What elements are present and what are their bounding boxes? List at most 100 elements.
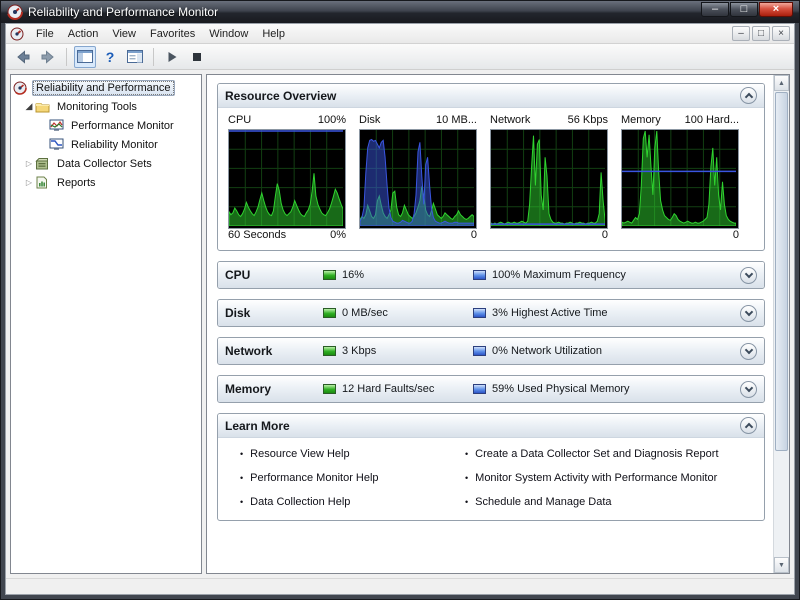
main-panel: Resource Overview CPU 100% 60 Seconds 0%… [206, 74, 790, 574]
tree-expander-collapsed-icon[interactable]: ▷ [23, 178, 35, 187]
mdi-restore-button[interactable]: □ [752, 26, 770, 41]
expand-button[interactable] [740, 304, 757, 322]
menu-item-favorites[interactable]: Favorites [143, 26, 202, 42]
menu-item-help[interactable]: Help [255, 26, 292, 42]
toolbar-separator-2 [153, 47, 154, 66]
minimize-icon: – [711, 3, 719, 15]
blue-legend-swatch [473, 308, 486, 318]
graph-name: Disk [359, 114, 381, 126]
section-title: Network [225, 344, 273, 358]
tree-item-label[interactable]: Reports [54, 176, 99, 190]
console-body: Reliability and Performance ◢ Monitoring… [6, 70, 794, 578]
tree-item-performance-monitor[interactable]: Performance Monitor [13, 116, 199, 135]
learn-more-link[interactable]: • Performance Monitor Help [240, 472, 465, 484]
memory-section-bar[interactable]: Memory 12 Hard Faults/sec 59% Used Physi… [218, 376, 764, 402]
graph-max-label: 10 MB... [436, 114, 477, 126]
chevron-up-icon [744, 422, 753, 432]
bullet-icon: • [240, 473, 244, 483]
forward-button[interactable] [37, 46, 59, 68]
console-tree-toggle-button[interactable] [74, 45, 96, 68]
green-legend-swatch [323, 308, 336, 318]
network-section-bar[interactable]: Network 3 Kbps 0% Network Utilization [218, 338, 764, 364]
chevron-down-icon [744, 307, 753, 316]
menubar: File Action View Favorites Window Help –… [6, 24, 794, 44]
cpu-usage-value: 16% [342, 269, 365, 281]
play-button[interactable] [161, 46, 183, 68]
close-icon: × [772, 3, 780, 15]
memory-section: Memory 12 Hard Faults/sec 59% Used Physi… [217, 375, 765, 403]
app-icon [7, 3, 23, 21]
resource-view: Resource Overview CPU 100% 60 Seconds 0%… [207, 75, 773, 573]
tree-expander-collapsed-icon[interactable]: ▷ [23, 159, 35, 168]
stop-button[interactable] [186, 46, 208, 68]
scroll-up-icon: ▲ [778, 79, 785, 87]
network-section: Network 3 Kbps 0% Network Utilization [217, 337, 765, 365]
learn-more-body: • Resource View Help • Performance Monitor… [218, 438, 764, 520]
disk-graph-column: Disk 10 MB... 0 [359, 114, 477, 244]
maximize-button[interactable]: □ [730, 2, 758, 17]
chevron-down-icon [744, 269, 753, 278]
expand-button[interactable] [740, 342, 757, 360]
collapse-button[interactable] [740, 87, 757, 104]
tree-item-label[interactable]: Monitoring Tools [54, 100, 140, 114]
tree-item-label[interactable]: Performance Monitor [68, 119, 177, 133]
graph-time-label: 60 Seconds [228, 229, 287, 241]
scroll-down-icon: ▼ [778, 561, 785, 569]
help-button[interactable]: ? [99, 46, 121, 68]
menu-item-action[interactable]: Action [61, 26, 106, 42]
disk-section-bar[interactable]: Disk 0 MB/sec 3% Highest Active Time [218, 300, 764, 326]
memory-hard-faults-value: 12 Hard Faults/sec [342, 383, 435, 395]
green-legend-swatch [323, 270, 336, 280]
mdi-close-button[interactable]: × [772, 26, 790, 41]
mdi-minimize-button[interactable]: – [732, 26, 750, 41]
menu-item-window[interactable]: Window [202, 26, 255, 42]
tree-item-data-collector-sets[interactable]: ▷ Data Collector Sets [13, 154, 199, 173]
learn-more-link[interactable]: • Create a Data Collector Set and Diagnos… [465, 448, 719, 460]
learn-more-link[interactable]: • Resource View Help [240, 448, 465, 460]
back-button[interactable] [12, 46, 34, 68]
learn-more-link[interactable]: • Monitor System Activity with Performanc… [465, 472, 719, 484]
minimize-button[interactable]: – [701, 2, 729, 17]
section-title: Disk [225, 306, 251, 320]
scroll-up-button[interactable]: ▲ [774, 75, 789, 91]
tree-item-monitoring-tools[interactable]: ◢ Monitoring Tools [13, 97, 199, 116]
menu-item-file[interactable]: File [29, 26, 61, 42]
graph-name: Network [490, 114, 531, 126]
window-title: Reliability and Performance Monitor [28, 5, 219, 19]
folder-icon [35, 100, 51, 114]
tree-expander-expanded-icon[interactable]: ◢ [23, 101, 35, 112]
tree-item-reliability-monitor[interactable]: Reliability Monitor [13, 135, 199, 154]
titlebar: Reliability and Performance Monitor – □ … [1, 1, 799, 23]
expand-button[interactable] [740, 380, 757, 398]
collapse-button[interactable] [740, 417, 757, 434]
tree-item-label[interactable]: Reliability Monitor [68, 138, 161, 152]
scroll-thumb[interactable] [775, 92, 788, 451]
toolbar-separator [66, 47, 67, 66]
bullet-icon: • [465, 449, 469, 459]
show-action-pane-button[interactable] [124, 46, 146, 68]
mdi-minimize-icon: – [738, 28, 744, 39]
tree-item-reliability-and-performance[interactable]: Reliability and Performance [13, 78, 199, 97]
learn-more-header[interactable]: Learn More [218, 414, 764, 438]
vertical-scrollbar[interactable]: ▲ ▼ [773, 75, 789, 573]
section-title: CPU [225, 268, 251, 282]
cpu-section-bar[interactable]: CPU 16% 100% Maximum Frequency [218, 262, 764, 288]
tree-item-reports[interactable]: ▷ Reports [13, 173, 199, 192]
disk-io-value: 0 MB/sec [342, 307, 388, 319]
perfmon-root-icon [13, 80, 29, 95]
help-icon: ? [105, 48, 115, 65]
resource-overview-header[interactable]: Resource Overview [218, 84, 764, 108]
graph-min-label: 0 [732, 229, 739, 241]
scroll-down-button[interactable]: ▼ [774, 557, 789, 573]
learn-more-link[interactable]: • Data Collection Help [240, 496, 465, 508]
green-legend-swatch [323, 384, 336, 394]
learn-more-link[interactable]: • Schedule and Manage Data [465, 496, 719, 508]
tree-item-label[interactable]: Data Collector Sets [54, 157, 155, 171]
section-title: Resource Overview [225, 88, 337, 103]
close-button[interactable]: × [759, 2, 793, 17]
expand-button[interactable] [740, 266, 757, 284]
cpu-max-frequency-value: 100% Maximum Frequency [492, 269, 626, 281]
forward-arrow-icon [41, 49, 54, 64]
tree-item-label[interactable]: Reliability and Performance [32, 79, 175, 96]
menu-item-view[interactable]: View [105, 26, 143, 42]
